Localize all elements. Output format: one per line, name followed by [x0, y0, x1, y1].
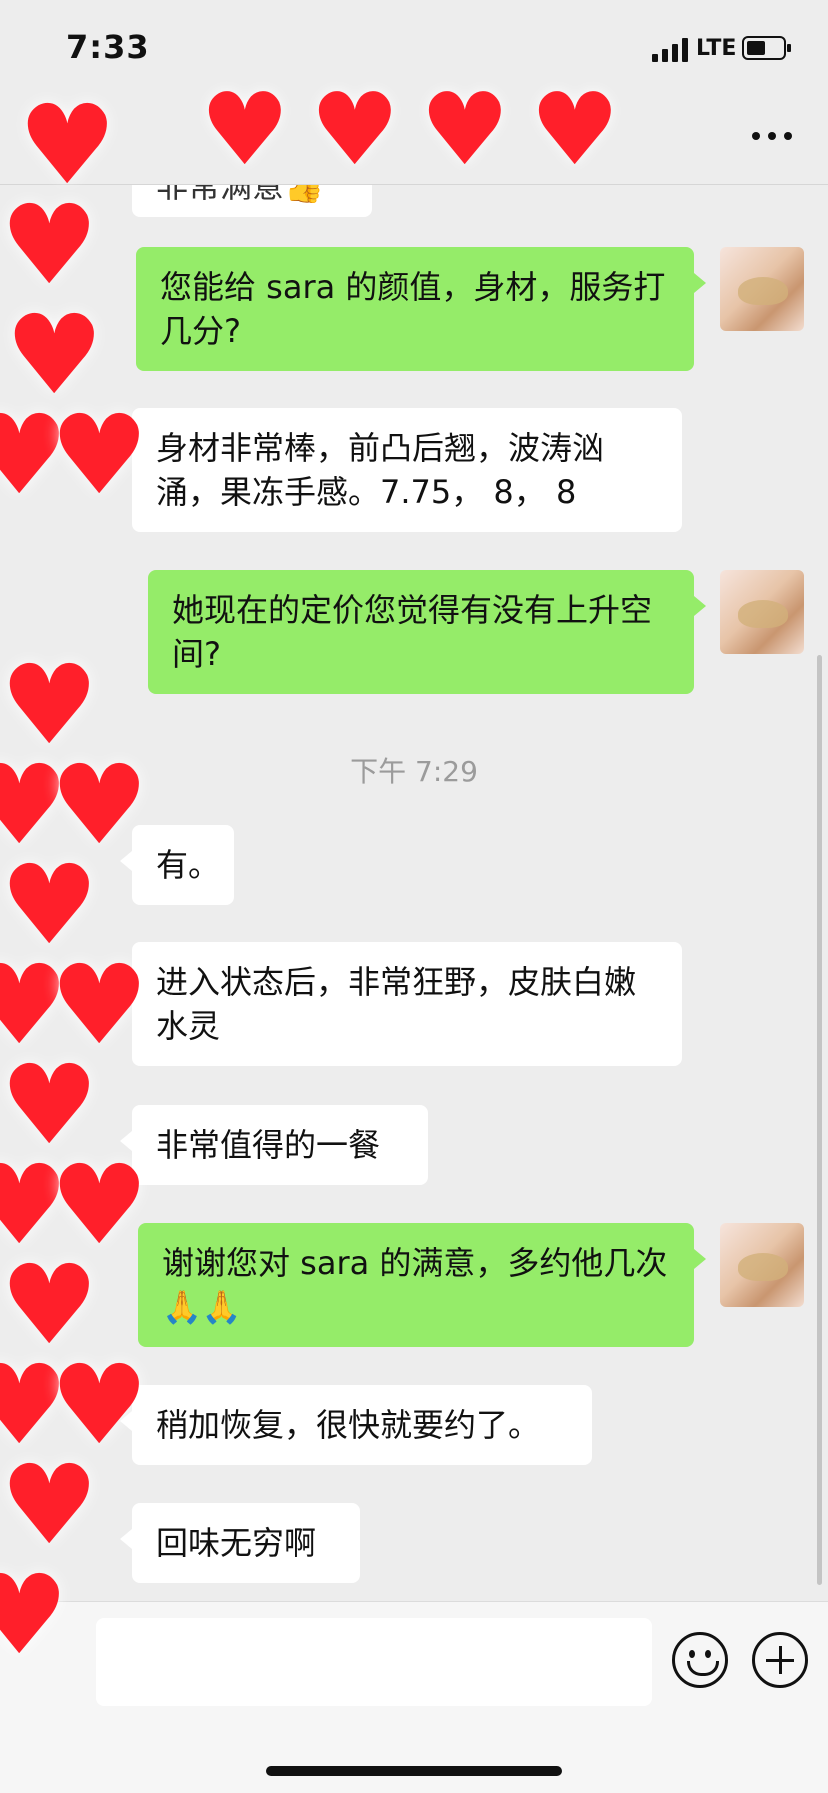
status-bar: 7:33 LTE: [0, 0, 828, 96]
scrollbar[interactable]: [817, 655, 822, 1585]
message-bubble-incoming[interactable]: 非常满意👍: [132, 185, 372, 217]
message-bubble-outgoing[interactable]: 谢谢您对 sara 的满意，多约他几次🙏🙏: [138, 1223, 706, 1347]
more-dots-icon[interactable]: [752, 132, 792, 140]
emoji-icon[interactable]: [672, 1632, 728, 1688]
message-text: 身材非常棒，前凸后翘，波涛汹涌，果冻手感。7.75， 8， 8: [156, 429, 605, 511]
message-text: 非常值得的一餐: [156, 1126, 381, 1164]
message-bubble-incoming[interactable]: 身材非常棒，前凸后翘，波涛汹涌，果冻手感。7.75， 8， 8: [120, 408, 682, 532]
status-time: 7:33: [66, 28, 150, 66]
back-button[interactable]: ‹: [30, 118, 44, 158]
chat-title: [180, 116, 680, 166]
message-text: 有。: [156, 846, 221, 884]
message-input[interactable]: [96, 1618, 652, 1706]
my-avatar[interactable]: [720, 570, 804, 654]
message-list[interactable]: 非常满意👍 您能给 sara 的颜值，身材，服务打几分? 身材非常棒，前凸后翘，…: [0, 185, 828, 1601]
home-indicator: [266, 1766, 562, 1776]
message-text: 她现在的定价您觉得有没有上升空间?: [172, 591, 653, 673]
my-avatar[interactable]: [720, 247, 804, 331]
message-bubble-incoming[interactable]: 有。: [120, 825, 234, 905]
message-bubble-incoming[interactable]: 进入状态后，非常狂野，皮肤白嫩水灵: [120, 942, 682, 1066]
network-label: LTE: [696, 36, 737, 61]
signal-icon: [652, 38, 692, 62]
message-text: 回味无穷啊: [156, 1524, 317, 1562]
message-bubble-incoming[interactable]: 稍加恢复，很快就要约了。: [120, 1385, 592, 1465]
message-text: 非常满意👍: [156, 185, 324, 205]
message-bubble-outgoing[interactable]: 您能给 sara 的颜值，身材，服务打几分?: [136, 247, 706, 371]
chat-header: ‹: [0, 96, 828, 185]
message-text: 稍加恢复，很快就要约了。: [156, 1406, 541, 1444]
message-bubble-incoming[interactable]: 回味无穷啊: [120, 1503, 360, 1583]
message-timestamp: 下午 7:29: [350, 755, 478, 788]
input-bar: [0, 1601, 828, 1793]
battery-icon: [742, 36, 791, 60]
plus-circle-icon[interactable]: [752, 1632, 808, 1688]
message-text: 您能给 sara 的颜值，身材，服务打几分?: [160, 268, 666, 350]
message-text: 进入状态后，非常狂野，皮肤白嫩水灵: [156, 963, 637, 1045]
message-bubble-incoming[interactable]: 非常值得的一餐: [120, 1105, 428, 1185]
message-text: 谢谢您对 sara 的满意，多约他几次🙏🙏: [162, 1244, 668, 1326]
my-avatar[interactable]: [720, 1223, 804, 1307]
message-bubble-outgoing[interactable]: 她现在的定价您觉得有没有上升空间?: [148, 570, 706, 694]
